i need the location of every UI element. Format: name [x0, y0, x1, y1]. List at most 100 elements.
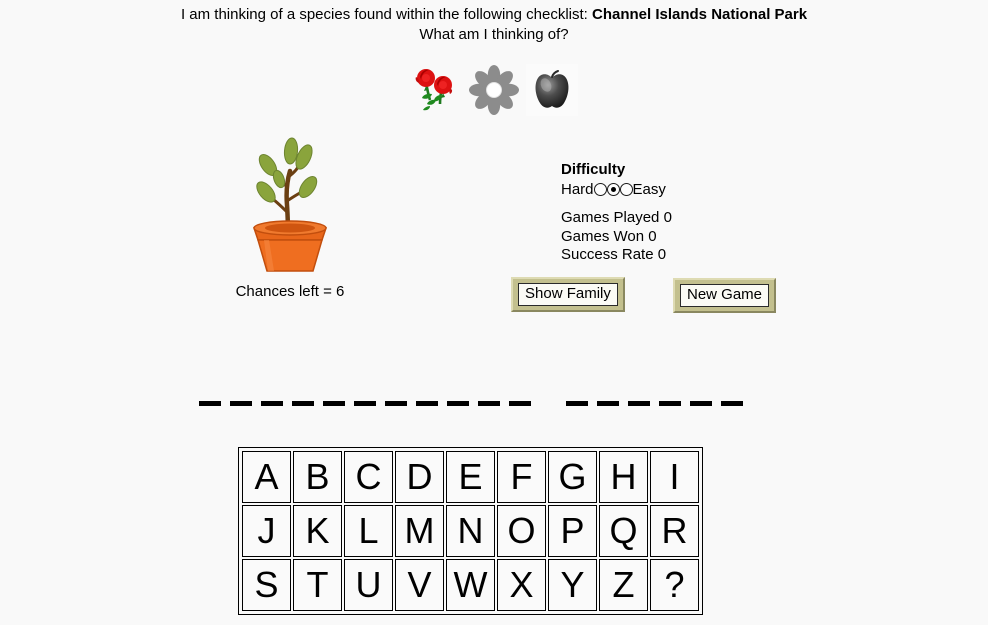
letter-slot — [199, 390, 221, 408]
stat-success-rate: Success Rate 0 — [561, 246, 672, 265]
difficulty-easy-label: Easy — [632, 180, 666, 198]
stat-games-won-value: 0 — [648, 227, 657, 245]
stat-games-won-label: Games Won — [561, 227, 645, 245]
letter-slot — [690, 390, 712, 408]
letter-slot-dash — [354, 401, 376, 406]
checklist-name: Channel Islands National Park — [592, 6, 808, 23]
letter-slot — [478, 390, 500, 408]
alphabet-key-y[interactable]: Y — [548, 559, 597, 611]
new-game-button-label: New Game — [680, 284, 770, 307]
alphabet-key-u[interactable]: U — [344, 559, 393, 611]
letter-slot — [628, 390, 650, 408]
letter-slot-dash — [721, 401, 743, 406]
alphabet-key-p[interactable]: P — [548, 505, 597, 557]
alphabet-key-question[interactable]: ? — [650, 559, 699, 611]
alphabet-key-r[interactable]: R — [650, 505, 699, 557]
letter-slot-dash — [416, 401, 438, 406]
letter-slot-dash — [230, 401, 252, 406]
prompt-prefix-text: I am thinking of a species found within … — [180, 6, 592, 23]
hidden-word-area — [0, 390, 988, 412]
alphabet-key-h[interactable]: H — [599, 451, 648, 503]
letter-slot — [659, 390, 681, 408]
letter-slot — [230, 390, 252, 408]
letter-slot — [509, 390, 531, 408]
hangman-plant-area: Chances left = 6 — [205, 135, 375, 301]
alphabet-key-b[interactable]: B — [293, 451, 342, 503]
difficulty-radio-group[interactable] — [593, 183, 633, 197]
difficulty-radio-hard[interactable] — [593, 183, 607, 197]
stat-games-played-label: Games Played — [561, 209, 660, 226]
alphabet-key-c[interactable]: C — [344, 451, 393, 503]
species-icon-strip — [0, 58, 988, 116]
alphabet-key-q[interactable]: Q — [599, 505, 648, 557]
alphabet-key-s[interactable]: S — [242, 559, 291, 611]
letter-slot — [597, 390, 619, 408]
letter-slot — [323, 390, 345, 408]
alphabet-key-m[interactable]: M — [395, 505, 444, 557]
stat-success-rate-value: 0 — [657, 246, 667, 263]
alphabet-key-e[interactable]: E — [446, 451, 495, 503]
difficulty-and-stats-panel: Difficulty Hard Easy Games Played 0 Game… — [561, 161, 672, 265]
prompt-line-2: What am I thinking of? — [419, 26, 569, 43]
alphabet-keyboard[interactable]: A B C D E F G H I J K L M N O P Q R S T U V W X Y Z? — [238, 447, 703, 615]
alphabet-key-i[interactable]: I — [650, 451, 699, 503]
alphabet-key-x[interactable]: X — [497, 559, 546, 611]
letter-slot-dash — [509, 401, 531, 406]
alphabet-key-t[interactable]: T — [293, 559, 342, 611]
letter-slot — [261, 390, 283, 408]
difficulty-radio-medium[interactable] — [606, 183, 620, 197]
letter-slot-dash — [690, 401, 712, 406]
stat-success-rate-label: Success Rate — [561, 246, 654, 263]
letter-slot-dash — [659, 401, 681, 406]
letter-slot-dash — [597, 401, 619, 406]
letter-slot-dash — [199, 401, 221, 406]
show-family-button-label: Show Family — [518, 283, 618, 306]
letter-slot-dash — [292, 401, 314, 406]
alphabet-key-o[interactable]: O — [497, 505, 546, 557]
alphabet-key-j[interactable]: J — [242, 505, 291, 557]
letter-slot — [566, 390, 588, 408]
difficulty-radio-row: Hard Easy — [561, 181, 672, 200]
alphabet-row: JKLMNOPQR — [241, 504, 700, 558]
alphabet-row: S T U V W X Y Z? — [241, 558, 700, 612]
letter-slot — [447, 390, 469, 408]
letter-slot-dash — [323, 401, 345, 406]
gray-daisy-flower-icon — [469, 65, 519, 115]
chances-left-label: Chances left = 6 — [235, 283, 345, 300]
alphabet-key-l[interactable]: L — [344, 505, 393, 557]
alphabet-key-d[interactable]: D — [395, 451, 444, 503]
prompt-line-1: I am thinking of a species found within … — [0, 5, 988, 25]
stats-block: Games Played 0 Games Won 0 Success Rate … — [561, 209, 672, 265]
alphabet-key-z[interactable]: Z — [599, 559, 648, 611]
difficulty-heading: Difficulty — [561, 161, 626, 178]
alphabet-key-w[interactable]: W — [446, 559, 495, 611]
alphabet-key-v[interactable]: V — [395, 559, 444, 611]
new-game-button[interactable]: New Game — [673, 278, 777, 313]
alphabet-key-n[interactable]: N — [446, 505, 495, 557]
letter-slot — [416, 390, 438, 408]
letter-slot-dash — [478, 401, 500, 406]
letter-slot — [385, 390, 407, 408]
stat-games-won: Games Won 0 — [561, 228, 672, 247]
show-family-button[interactable]: Show Family — [511, 277, 625, 312]
alphabet-key-a[interactable]: A — [242, 451, 291, 503]
letter-slot — [292, 390, 314, 408]
hidden-word-2 — [566, 390, 743, 408]
hidden-word-1 — [199, 390, 531, 408]
letter-slot — [354, 390, 376, 408]
letter-slot-dash — [447, 401, 469, 406]
letter-slot-dash — [385, 401, 407, 406]
alphabet-key-g[interactable]: G — [548, 451, 597, 503]
red-roses-icon — [415, 69, 453, 111]
letter-slot-dash — [628, 401, 650, 406]
alphabet-key-k[interactable]: K — [293, 505, 342, 557]
letter-slot-dash — [261, 401, 283, 406]
stat-games-played: Games Played 0 — [561, 209, 672, 228]
difficulty-radio-easy[interactable] — [619, 183, 633, 197]
letter-slot-dash — [566, 401, 588, 406]
dark-apple-icon — [526, 64, 578, 116]
alphabet-row: ABCDEFGHI — [241, 450, 700, 504]
potted-sapling-plant-graphic — [252, 137, 328, 272]
alphabet-key-f[interactable]: F — [497, 451, 546, 503]
letter-slot — [721, 390, 743, 408]
